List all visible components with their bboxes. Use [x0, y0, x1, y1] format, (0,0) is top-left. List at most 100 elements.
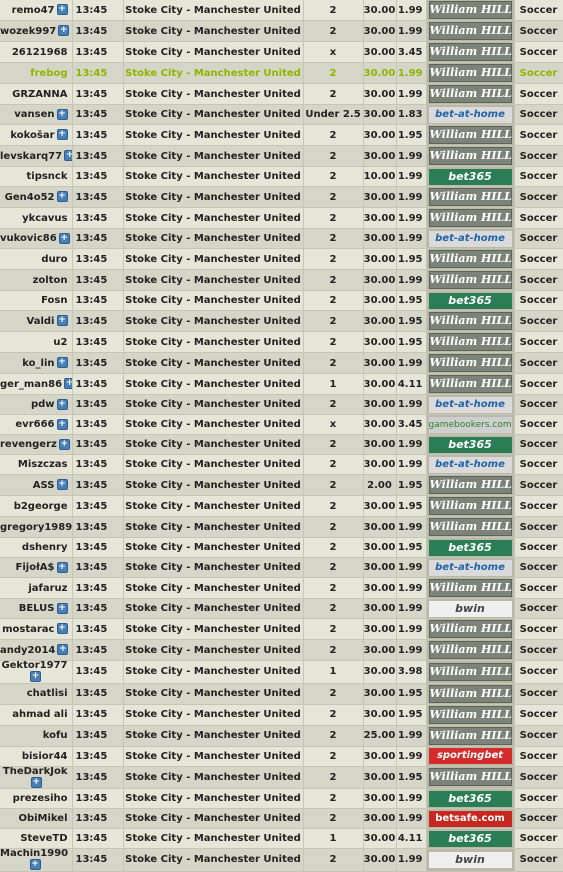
- username-cell[interactable]: ger_man86+: [0, 373, 73, 395]
- bookmaker-cell[interactable]: William HILL: [426, 41, 515, 63]
- bookmaker-logo[interactable]: William HILL: [428, 271, 512, 289]
- username[interactable]: Miszczas: [18, 459, 68, 470]
- bookmaker-logo[interactable]: William HILL: [428, 662, 512, 681]
- username[interactable]: kofu: [43, 730, 68, 741]
- username-cell[interactable]: mostarac +: [0, 618, 73, 640]
- username[interactable]: Valdi: [27, 316, 55, 327]
- match-cell[interactable]: Stoke City - Manchester United: [123, 474, 304, 496]
- username-cell[interactable]: wozek997 +: [0, 20, 73, 42]
- bookmaker-cell[interactable]: bet-at-home: [426, 557, 515, 578]
- bookmaker-cell[interactable]: William HILL: [426, 207, 515, 229]
- username-cell[interactable]: vukovic86 +: [0, 228, 73, 249]
- bookmaker-logo[interactable]: William HILL: [428, 518, 512, 536]
- add-friend-icon[interactable]: +: [56, 4, 68, 16]
- match-cell[interactable]: Stoke City - Manchester United: [123, 725, 304, 747]
- username-cell[interactable]: Machin1990 +: [0, 848, 73, 872]
- username-cell[interactable]: ahmad ali: [0, 704, 73, 726]
- match-cell[interactable]: Stoke City - Manchester United: [123, 537, 304, 558]
- match-cell[interactable]: Stoke City - Manchester United: [123, 660, 304, 684]
- match-cell[interactable]: Stoke City - Manchester United: [123, 808, 304, 829]
- bookmaker-logo[interactable]: William HILL: [428, 684, 512, 703]
- bookmaker-cell[interactable]: William HILL: [426, 310, 515, 332]
- match-cell[interactable]: Stoke City - Manchester United: [123, 166, 304, 187]
- bookmaker-cell[interactable]: William HILL: [426, 474, 515, 496]
- bookmaker-cell[interactable]: bet365: [426, 788, 515, 809]
- bookmaker-logo[interactable]: William HILL: [428, 705, 512, 724]
- bookmaker-logo[interactable]: William HILL: [428, 209, 512, 227]
- add-friend-icon[interactable]: +: [56, 479, 68, 491]
- username[interactable]: ger_man86: [0, 379, 62, 390]
- bookmaker-logo[interactable]: sportingbet: [428, 748, 512, 764]
- username-cell[interactable]: TheDarkJok +: [0, 766, 73, 789]
- username-cell[interactable]: 26121968: [0, 41, 73, 63]
- match-cell[interactable]: Stoke City - Manchester United: [123, 618, 304, 640]
- add-friend-icon[interactable]: +: [56, 191, 68, 203]
- match-cell[interactable]: Stoke City - Manchester United: [123, 394, 304, 415]
- bookmaker-cell[interactable]: William HILL: [426, 516, 515, 538]
- bookmaker-cell[interactable]: bet365: [426, 537, 515, 558]
- username[interactable]: Fosn: [41, 295, 67, 306]
- username[interactable]: ahmad ali: [12, 709, 67, 720]
- match-cell[interactable]: Stoke City - Manchester United: [123, 373, 304, 395]
- username-cell[interactable]: prezesiho: [0, 788, 73, 809]
- username-cell[interactable]: remo47 +: [0, 0, 73, 21]
- username[interactable]: SteveTD: [20, 833, 67, 844]
- username[interactable]: 26121968: [12, 47, 68, 58]
- username[interactable]: tipsnck: [26, 171, 67, 182]
- username-cell[interactable]: FijołA$ +: [0, 557, 73, 578]
- bookmaker-logo[interactable]: bet365: [428, 539, 512, 556]
- add-friend-icon[interactable]: +: [64, 378, 71, 390]
- add-friend-icon[interactable]: +: [29, 859, 41, 870]
- bookmaker-cell[interactable]: bet-at-home: [426, 454, 515, 475]
- username[interactable]: ObiMikel: [18, 813, 67, 824]
- match-cell[interactable]: Stoke City - Manchester United: [123, 145, 304, 167]
- username-cell[interactable]: andy2014 +: [0, 639, 73, 661]
- username-cell[interactable]: bisior44: [0, 746, 73, 767]
- username-cell[interactable]: Valdi +: [0, 310, 73, 332]
- username-cell[interactable]: gregory1989: [0, 516, 73, 538]
- match-cell[interactable]: Stoke City - Manchester United: [123, 124, 304, 146]
- match-cell[interactable]: Stoke City - Manchester United: [123, 557, 304, 578]
- username[interactable]: remo47: [12, 5, 55, 16]
- bookmaker-logo[interactable]: bwin: [428, 851, 512, 868]
- username-cell[interactable]: Miszczas: [0, 454, 73, 475]
- match-cell[interactable]: Stoke City - Manchester United: [123, 269, 304, 291]
- add-friend-icon[interactable]: +: [56, 623, 68, 635]
- username[interactable]: kokošar: [10, 130, 54, 141]
- username-cell[interactable]: vansen +: [0, 104, 73, 125]
- bookmaker-logo[interactable]: William HILL: [428, 188, 512, 206]
- username[interactable]: dshenry: [22, 542, 68, 553]
- bookmaker-logo[interactable]: bet365: [428, 830, 512, 847]
- bookmaker-cell[interactable]: sportingbet: [426, 746, 515, 767]
- username[interactable]: wozek997: [0, 26, 56, 37]
- add-friend-icon[interactable]: +: [58, 25, 70, 37]
- match-cell[interactable]: Stoke City - Manchester United: [123, 683, 304, 705]
- username[interactable]: BELUS: [19, 603, 55, 614]
- bookmaker-cell[interactable]: bwin: [426, 848, 515, 872]
- add-friend-icon[interactable]: +: [56, 602, 68, 614]
- match-cell[interactable]: Stoke City - Manchester United: [123, 331, 304, 353]
- bookmaker-cell[interactable]: bet365: [426, 290, 515, 311]
- username-cell[interactable]: jafaruz: [0, 577, 73, 599]
- bookmaker-cell[interactable]: William HILL: [426, 660, 515, 684]
- bookmaker-logo[interactable]: William HILL: [428, 43, 512, 61]
- add-friend-icon[interactable]: +: [56, 418, 68, 430]
- username-cell[interactable]: evr666 +: [0, 414, 73, 435]
- add-friend-icon[interactable]: +: [30, 776, 42, 788]
- match-cell[interactable]: Stoke City - Manchester United: [123, 20, 304, 42]
- bookmaker-cell[interactable]: William HILL: [426, 331, 515, 353]
- match-cell[interactable]: Stoke City - Manchester United: [123, 248, 304, 270]
- match-cell[interactable]: Stoke City - Manchester United: [123, 434, 304, 455]
- bookmaker-logo[interactable]: bet365: [428, 790, 512, 807]
- username[interactable]: vansen: [14, 109, 54, 120]
- username-cell[interactable]: ObiMikel: [0, 808, 73, 829]
- username-cell[interactable]: levskarq77+: [0, 145, 73, 167]
- username[interactable]: vukovic86: [0, 233, 57, 244]
- match-cell[interactable]: Stoke City - Manchester United: [123, 310, 304, 332]
- add-friend-icon[interactable]: +: [56, 357, 68, 369]
- bookmaker-cell[interactable]: bet365: [426, 828, 515, 849]
- bookmaker-logo[interactable]: William HILL: [428, 768, 512, 787]
- add-friend-icon[interactable]: +: [58, 232, 70, 244]
- match-cell[interactable]: Stoke City - Manchester United: [123, 788, 304, 809]
- username[interactable]: pdw: [31, 399, 55, 410]
